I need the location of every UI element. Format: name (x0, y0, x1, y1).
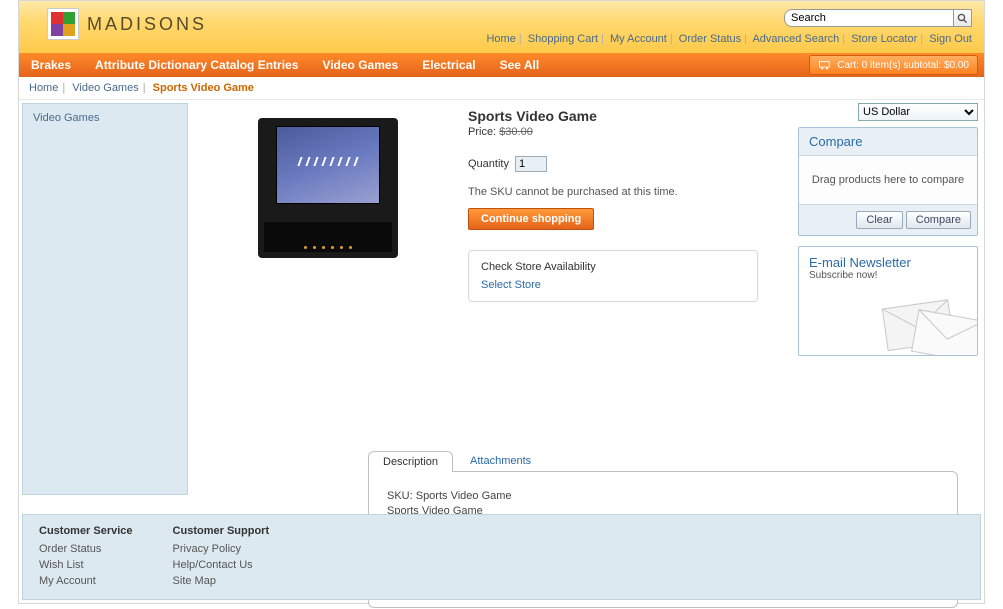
price-value: $30.00 (499, 126, 533, 138)
top-links: Home| Shopping Cart| My Account| Order S… (486, 33, 972, 45)
product-info: Sports Video Game Price: $30.00 Quantity… (468, 108, 778, 302)
toplink-cart[interactable]: Shopping Cart (528, 33, 598, 45)
footer: Customer Service Order Status Wish List … (22, 514, 981, 600)
newsletter-box[interactable]: E-mail Newsletter Subscribe now! (798, 246, 978, 356)
nav-electrical[interactable]: Electrical (410, 58, 487, 72)
price-row: Price: $30.00 (468, 126, 778, 138)
header: MADISONS Home| Shopping Cart| My Account… (19, 1, 984, 53)
select-store-link[interactable]: Select Store (481, 279, 541, 291)
quantity-label: Quantity (468, 158, 509, 170)
clear-button[interactable]: Clear (856, 211, 902, 229)
toplink-storelocator[interactable]: Store Locator (851, 33, 917, 45)
quantity-input[interactable] (515, 156, 547, 172)
compare-button[interactable]: Compare (906, 211, 971, 229)
cart-text: Cart: 0 item(s) subtotal: $0.00 (837, 60, 969, 71)
envelope-icon (867, 285, 978, 356)
footer-link-wishlist[interactable]: Wish List (39, 557, 133, 573)
currency-select[interactable]: US Dollar (858, 103, 978, 121)
continue-shopping-button[interactable]: Continue shopping (468, 208, 594, 230)
search-input[interactable] (784, 9, 954, 27)
footer-link-help[interactable]: Help/Contact Us (173, 557, 270, 573)
toplink-orderstatus[interactable]: Order Status (679, 33, 741, 45)
price-label: Price: (468, 126, 499, 138)
footer-col1-title: Customer Service (39, 525, 133, 537)
tab-attachments[interactable]: Attachments (455, 450, 546, 471)
crumb-home[interactable]: Home (29, 82, 58, 94)
navbar: Brakes Attribute Dictionary Catalog Entr… (19, 53, 984, 77)
crumb-current: Sports Video Game (153, 82, 254, 94)
search-form (784, 9, 972, 27)
crumb-videogames[interactable]: Video Games (72, 82, 138, 94)
footer-link-orderstatus[interactable]: Order Status (39, 541, 133, 557)
toplink-home[interactable]: Home (486, 33, 515, 45)
sku-message: The SKU cannot be purchased at this time… (468, 186, 778, 198)
newsletter-subtitle: Subscribe now! (809, 270, 967, 281)
toplink-advsearch[interactable]: Advanced Search (752, 33, 839, 45)
toplink-signout[interactable]: Sign Out (929, 33, 972, 45)
footer-col2-title: Customer Support (173, 525, 270, 537)
footer-link-sitemap[interactable]: Site Map (173, 573, 270, 589)
nav-seeall[interactable]: See All (488, 58, 552, 72)
product-title: Sports Video Game (468, 108, 778, 124)
footer-link-privacy[interactable]: Privacy Policy (173, 541, 270, 557)
sidebar-item-videogames[interactable]: Video Games (33, 112, 99, 124)
content: Sports Video Game Price: $30.00 Quantity… (188, 100, 798, 500)
compare-dropzone[interactable]: Drag products here to compare (799, 156, 977, 204)
footer-link-myaccount[interactable]: My Account (39, 573, 133, 589)
logo-icon (47, 8, 79, 40)
newsletter-title: E-mail Newsletter (809, 255, 967, 270)
desc-sku: SKU: Sports Video Game (387, 490, 939, 502)
cart-icon (818, 60, 832, 70)
compare-title: Compare (799, 128, 977, 156)
nav-videogames[interactable]: Video Games (310, 58, 410, 72)
tab-description[interactable]: Description (368, 451, 453, 472)
sidebar: Video Games (22, 103, 188, 495)
nav-brakes[interactable]: Brakes (19, 58, 83, 72)
nav-attrdict[interactable]: Attribute Dictionary Catalog Entries (83, 58, 310, 72)
search-button[interactable] (954, 9, 972, 27)
logo[interactable]: MADISONS (47, 7, 207, 41)
right-column: US Dollar Compare Drag products here to … (798, 100, 984, 500)
compare-box: Compare Drag products here to compare Cl… (798, 127, 978, 236)
logo-text: MADISONS (87, 14, 207, 35)
toplink-account[interactable]: My Account (610, 33, 667, 45)
cart-summary[interactable]: Cart: 0 item(s) subtotal: $0.00 (809, 55, 978, 75)
search-icon (957, 13, 968, 24)
product-image (238, 118, 418, 258)
breadcrumb: Home| Video Games| Sports Video Game (19, 77, 984, 100)
store-availability-box: Check Store Availability Select Store (468, 250, 758, 302)
availability-title: Check Store Availability (481, 261, 745, 273)
